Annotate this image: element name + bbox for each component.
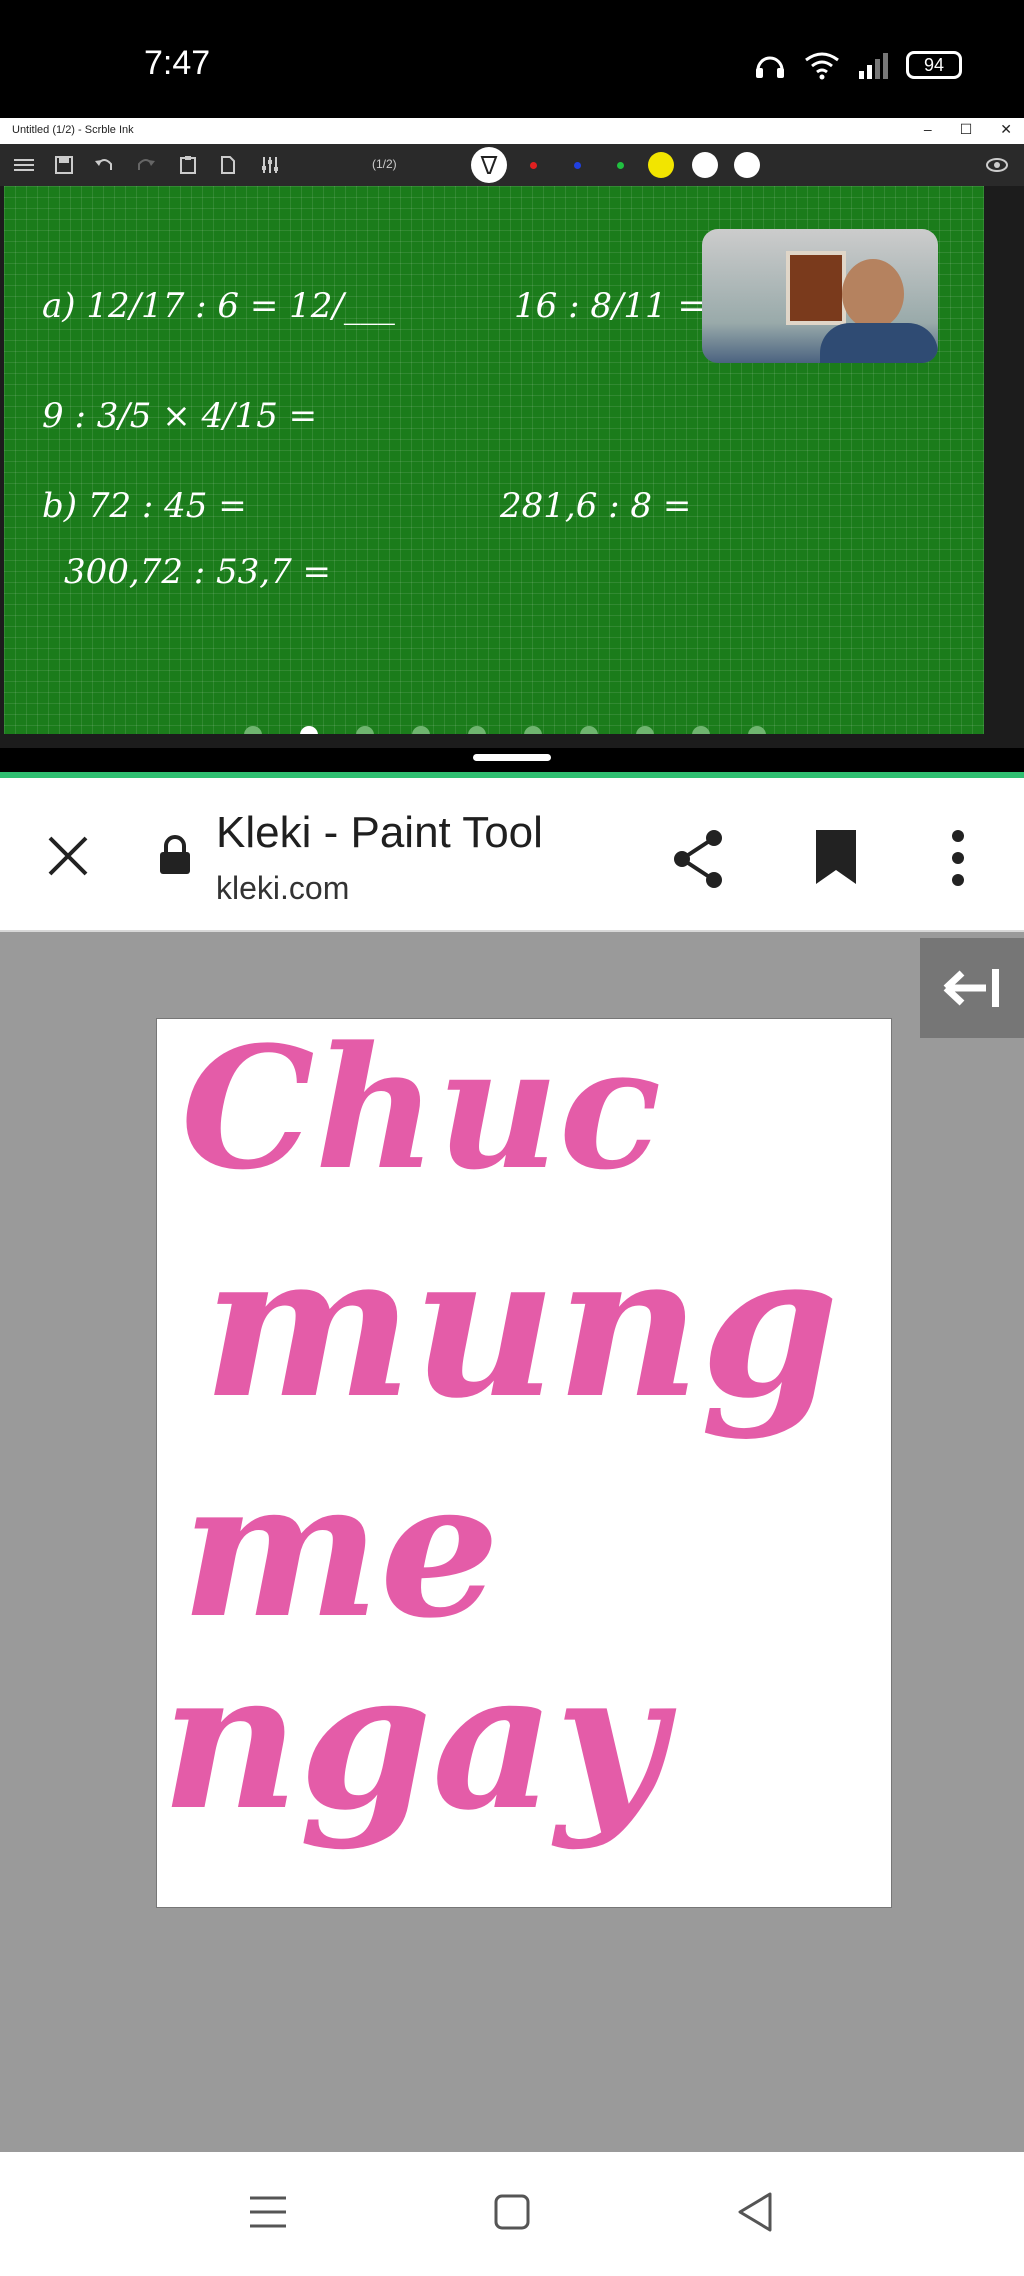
arrow-left-bar-icon bbox=[943, 969, 999, 1007]
status-bar: 7:47 94 bbox=[0, 0, 1024, 118]
webcam-video[interactable] bbox=[702, 229, 938, 363]
slide-dots bbox=[244, 726, 766, 734]
slide-dot[interactable] bbox=[692, 726, 710, 734]
person-face bbox=[842, 259, 904, 329]
canvas-word-me: me bbox=[181, 1439, 500, 1660]
board-line-3: 9 : 3/5 × 4/15 = bbox=[42, 396, 318, 436]
color-white-large-swatch[interactable] bbox=[734, 152, 760, 178]
close-window-icon[interactable]: ✕ bbox=[1000, 121, 1012, 138]
lock-icon bbox=[160, 835, 190, 874]
collapse-panel-button[interactable] bbox=[920, 938, 1024, 1038]
slide-dot[interactable] bbox=[524, 726, 542, 734]
whiteboard[interactable]: a) 12/17 : 6 = 12/___ 16 : 8/11 = 9 : 3/… bbox=[4, 186, 984, 734]
split-screen-handle[interactable] bbox=[473, 754, 551, 761]
color-blue-swatch[interactable] bbox=[574, 162, 581, 169]
headphones-icon bbox=[756, 56, 784, 78]
settings-sliders-icon[interactable] bbox=[260, 156, 280, 174]
window-controls: – ☐ ✕ bbox=[924, 121, 1012, 138]
browser-toolbar: Kleki - Paint Tool kleki.com bbox=[0, 772, 1024, 930]
status-icons: 94 bbox=[754, 50, 962, 80]
slide-dot[interactable] bbox=[244, 726, 262, 734]
undo-icon[interactable] bbox=[94, 156, 114, 174]
window-in-video bbox=[786, 251, 846, 325]
home-icon[interactable] bbox=[488, 2188, 536, 2236]
page-icon[interactable] bbox=[218, 156, 238, 174]
eye-icon[interactable] bbox=[986, 156, 1008, 174]
navigation-bar bbox=[0, 2152, 1024, 2276]
close-icon[interactable] bbox=[44, 832, 92, 880]
menu-icon[interactable] bbox=[14, 156, 34, 174]
window-title: Untitled (1/2) - Scrble Ink bbox=[12, 124, 134, 136]
drawing-canvas[interactable]: Chuc mung me ngay bbox=[156, 1018, 892, 1908]
board-line-4: b) 72 : 45 = bbox=[42, 486, 247, 526]
slide-dot[interactable] bbox=[636, 726, 654, 734]
redo-icon[interactable] bbox=[136, 156, 156, 174]
board-line-5: 281,6 : 8 = bbox=[500, 486, 692, 526]
scrble-ink-window: Untitled (1/2) - Scrble Ink – ☐ ✕ (1/2) … bbox=[0, 118, 1024, 748]
slide-dot[interactable] bbox=[412, 726, 430, 734]
pen-tool-icon[interactable] bbox=[470, 146, 508, 184]
save-icon[interactable] bbox=[54, 156, 74, 174]
canvas-word-ngay: ngay bbox=[161, 1629, 666, 1852]
canvas-word-mung: mung bbox=[203, 1209, 839, 1442]
bookmark-icon[interactable] bbox=[814, 828, 858, 886]
status-time: 7:47 bbox=[144, 44, 211, 82]
board-line-6: 300,72 : 53,7 = bbox=[64, 552, 332, 592]
minimize-icon[interactable]: – bbox=[924, 121, 932, 138]
color-red-swatch[interactable] bbox=[530, 162, 537, 169]
color-yellow-swatch[interactable] bbox=[648, 152, 674, 178]
board-line-2: 16 : 8/11 = bbox=[514, 286, 706, 326]
maximize-icon[interactable]: ☐ bbox=[960, 121, 973, 138]
color-white-swatch[interactable] bbox=[692, 152, 718, 178]
window-titlebar: Untitled (1/2) - Scrble Ink – ☐ ✕ bbox=[0, 118, 1024, 144]
person-shirt bbox=[820, 323, 938, 363]
back-icon[interactable] bbox=[732, 2188, 780, 2236]
page-title: Kleki - Paint Tool bbox=[216, 808, 543, 857]
kleki-page: Chuc mung me ngay bbox=[0, 930, 1024, 2152]
app-toolbar: (1/2) bbox=[0, 144, 1024, 186]
wifi-icon bbox=[805, 52, 839, 80]
canvas-word-chuc: Chuc bbox=[181, 1018, 662, 1207]
slide-dot[interactable] bbox=[468, 726, 486, 734]
page-indicator: (1/2) bbox=[372, 157, 397, 171]
recent-apps-icon[interactable] bbox=[244, 2188, 292, 2236]
slide-dot[interactable] bbox=[748, 726, 766, 734]
board-line-1: a) 12/17 : 6 = 12/___ bbox=[42, 286, 395, 326]
battery-indicator: 94 bbox=[906, 51, 962, 79]
color-green-swatch[interactable] bbox=[617, 162, 624, 169]
signal-icon bbox=[859, 53, 888, 79]
slide-dot-active[interactable] bbox=[300, 726, 318, 734]
share-icon[interactable] bbox=[670, 828, 726, 890]
more-options-icon[interactable] bbox=[946, 828, 970, 888]
page-url[interactable]: kleki.com bbox=[216, 870, 349, 907]
slide-dot[interactable] bbox=[356, 726, 374, 734]
paste-icon[interactable] bbox=[178, 156, 198, 174]
slide-dot[interactable] bbox=[580, 726, 598, 734]
